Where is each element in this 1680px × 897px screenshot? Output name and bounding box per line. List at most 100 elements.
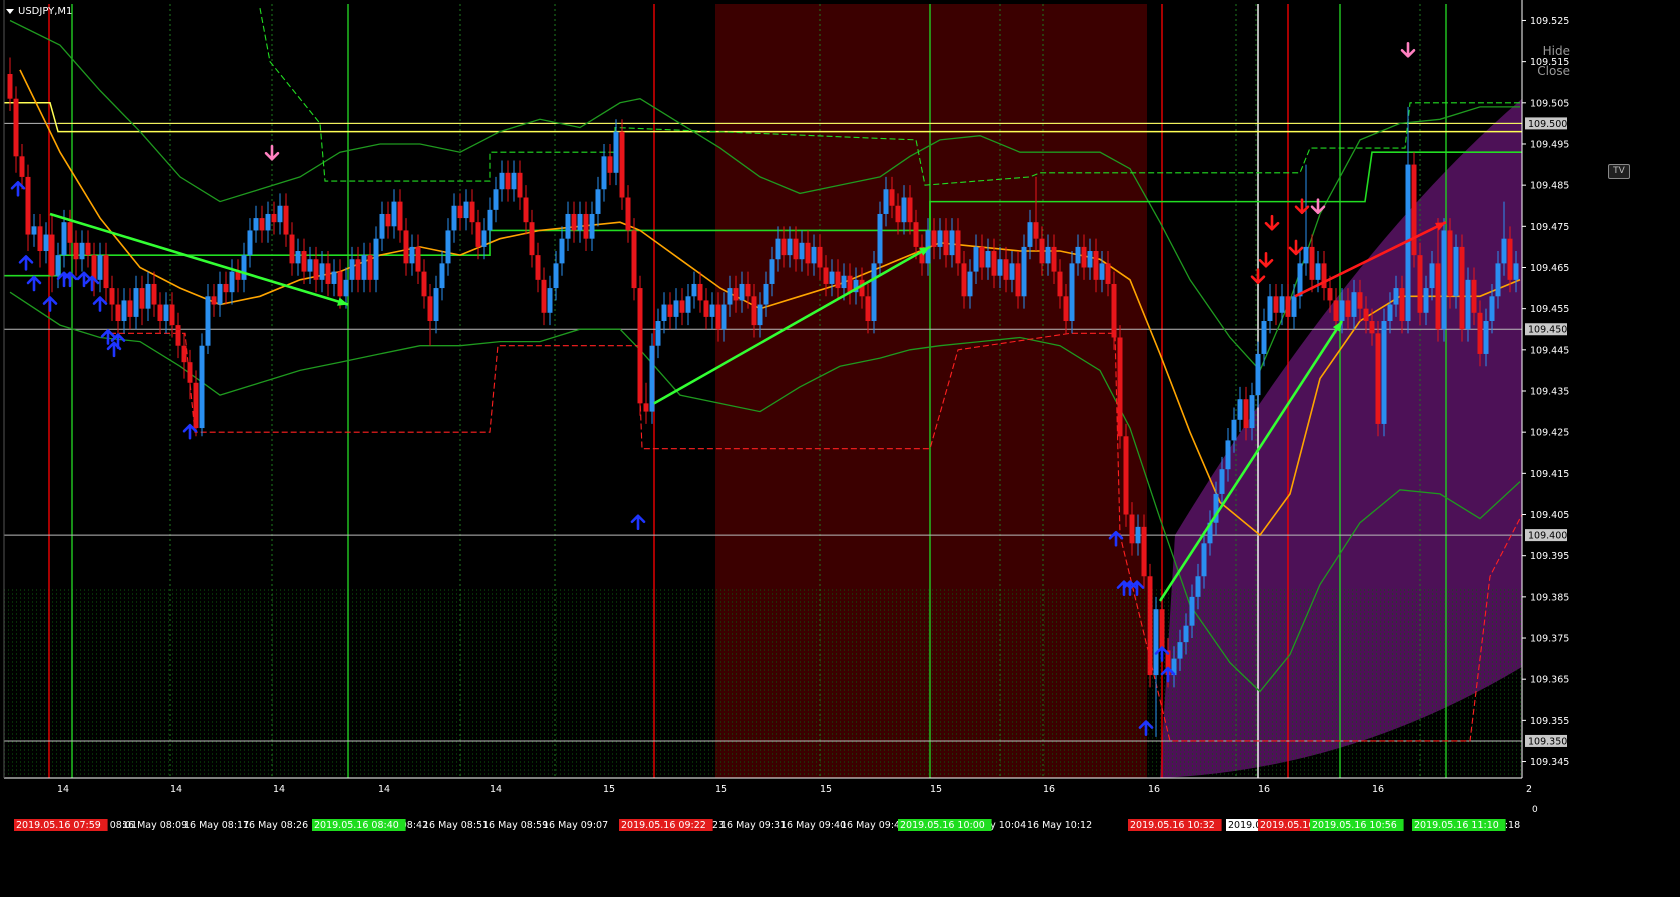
candle-body: [715, 304, 721, 330]
candle-body: [349, 259, 355, 280]
candle-body: [1069, 263, 1075, 322]
candle-body: [985, 251, 991, 268]
candle-body: [175, 325, 181, 346]
candle-body: [1183, 625, 1189, 643]
candle-body: [961, 263, 967, 297]
candle-body: [835, 271, 841, 289]
candle-body: [559, 238, 565, 264]
candle-body: [877, 213, 883, 264]
candle-body: [469, 201, 475, 223]
candle-body: [1219, 469, 1225, 494]
candle-body: [865, 296, 871, 322]
candle-body: [637, 288, 643, 404]
candle-body: [703, 300, 709, 317]
candle-body: [781, 238, 787, 256]
hide-button[interactable]: Hide: [1543, 44, 1570, 58]
time-label: 16 May 08:51: [423, 820, 488, 831]
candle-body: [421, 271, 427, 297]
candle-body: [679, 300, 685, 313]
candle-body: [433, 288, 439, 322]
candle-body: [931, 230, 937, 247]
candle-body: [193, 382, 199, 429]
candle-body: [211, 296, 217, 305]
tv-badge[interactable]: TV: [1608, 164, 1630, 179]
candle-body: [361, 255, 367, 280]
price-tick-label: 109.465: [1530, 263, 1569, 274]
candle-body: [295, 251, 301, 264]
candle-body: [511, 172, 517, 190]
candle-body: [631, 230, 637, 289]
candle-body: [271, 213, 277, 223]
candle-body: [871, 263, 877, 322]
candle-body: [1195, 576, 1201, 597]
candle-body: [49, 234, 55, 276]
candle-body: [55, 255, 61, 276]
candle-body: [265, 213, 271, 231]
candle-body: [1465, 279, 1471, 330]
candle-body: [1441, 230, 1447, 330]
candle-body: [1201, 543, 1207, 577]
candle-body: [1285, 296, 1291, 317]
candle-body: [889, 189, 895, 206]
candle-body: [61, 222, 67, 256]
candle-body: [373, 238, 379, 280]
candle-body: [913, 222, 919, 247]
hour-label: 14: [273, 784, 285, 795]
price-tag-label: 109.350: [1528, 736, 1567, 747]
hour-label: 16: [1372, 784, 1384, 795]
candle-body: [1393, 288, 1399, 305]
candle-body: [1273, 296, 1279, 313]
candle-body: [1021, 246, 1027, 297]
candle-body: [1243, 399, 1249, 429]
candle-body: [403, 230, 409, 264]
candle-body: [367, 255, 373, 280]
candle-body: [661, 304, 667, 322]
symbol-label: USDJPY,M1: [18, 6, 73, 17]
candle-body: [685, 296, 691, 313]
candle-body: [1063, 296, 1069, 322]
candle-body: [409, 246, 415, 264]
candle-body: [331, 271, 337, 284]
time-tag-label: 2019.05.16: [1260, 820, 1314, 831]
candle-body: [1153, 609, 1159, 676]
candle-body: [541, 279, 547, 313]
candle-body: [655, 321, 661, 346]
close-button[interactable]: Close: [1537, 64, 1570, 78]
candle-body: [493, 189, 499, 210]
candle-body: [589, 213, 595, 239]
candle-body: [1327, 288, 1333, 301]
candle-body: [1297, 263, 1303, 297]
candle-body: [1027, 222, 1033, 247]
candle-body: [343, 279, 349, 297]
hour-label: 15: [930, 784, 942, 795]
candle-body: [709, 304, 715, 317]
candle-body: [1357, 292, 1363, 309]
candle-body: [1363, 308, 1369, 322]
price-tick-label: 109.345: [1530, 757, 1569, 768]
candle-body: [1087, 251, 1093, 268]
candle-body: [973, 246, 979, 272]
candle-body: [553, 263, 559, 289]
candle-body: [697, 283, 703, 301]
price-chart[interactable]: 109.525109.515109.505109.495109.485109.4…: [0, 0, 1680, 897]
candle-body: [943, 230, 949, 256]
candle-body: [301, 251, 307, 272]
candle-body: [721, 304, 727, 330]
candle-body: [1339, 300, 1345, 322]
candle-body: [595, 189, 601, 214]
time-axis: 141414141415151515161616162016 May 08:01…: [0, 779, 1680, 897]
candle-body: [1159, 609, 1165, 651]
candle-body: [811, 246, 817, 264]
candle-body: [385, 213, 391, 227]
candle-body: [13, 98, 19, 157]
candle-body: [787, 238, 793, 256]
candle-body: [145, 283, 151, 309]
candle-body: [997, 259, 1003, 276]
candle-body: [283, 205, 289, 235]
session-shading: [715, 4, 1147, 778]
session-shade-rect: [715, 4, 1147, 778]
candle-body: [625, 197, 631, 231]
collapse-triangle-icon[interactable]: [6, 8, 14, 14]
candle-body: [79, 242, 85, 260]
candle-body: [1249, 395, 1255, 429]
